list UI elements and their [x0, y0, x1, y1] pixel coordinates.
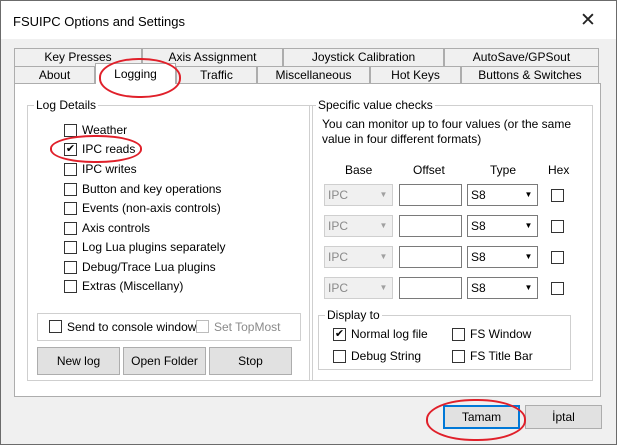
- events-checkbox[interactable]: [64, 202, 77, 215]
- fs-title-bar-label: FS Title Bar: [470, 349, 533, 363]
- hex-checkbox-3[interactable]: [551, 251, 564, 264]
- console-window-checkbox[interactable]: [49, 320, 62, 333]
- offset-input-2[interactable]: [399, 215, 462, 237]
- title-bar: FSUIPC Options and Settings ✕: [1, 1, 616, 39]
- offset-input-3[interactable]: [399, 246, 462, 268]
- new-log-button[interactable]: New log: [37, 347, 120, 375]
- extras-checkbox[interactable]: [64, 280, 77, 293]
- window-title: FSUIPC Options and Settings: [13, 14, 185, 29]
- normal-log-file-label: Normal log file: [351, 327, 428, 341]
- options-window: FSUIPC Options and Settings ✕ Key Presse…: [0, 0, 617, 445]
- axis-controls-checkbox[interactable]: [64, 222, 77, 235]
- monitor-note-line1: You can monitor up to four values (or th…: [322, 117, 572, 131]
- base-select-1[interactable]: IPC ▼: [324, 184, 393, 206]
- annotation-circle-ok: [426, 399, 526, 441]
- hex-checkbox-2[interactable]: [551, 220, 564, 233]
- tab-traffic[interactable]: Traffic: [176, 66, 257, 84]
- chevron-down-icon: ▼: [379, 221, 388, 230]
- tab-miscellaneous[interactable]: Miscellaneous: [257, 66, 370, 84]
- tab-label: Joystick Calibration: [311, 50, 416, 64]
- debug-string-checkbox[interactable]: [333, 350, 346, 363]
- normal-log-file-checkbox[interactable]: ✔: [333, 328, 346, 341]
- specific-value-checks-title: Specific value checks: [316, 98, 435, 112]
- fs-title-bar-checkbox[interactable]: [452, 350, 465, 363]
- set-topmost-label: Set TopMost: [214, 320, 281, 334]
- tab-label: About: [38, 68, 71, 82]
- events-label: Events (non-axis controls): [82, 201, 221, 215]
- chevron-down-icon: ▼: [524, 190, 533, 199]
- chevron-down-icon: ▼: [379, 190, 388, 199]
- chevron-down-icon: ▼: [524, 283, 533, 292]
- set-topmost-checkbox[interactable]: [196, 320, 209, 333]
- tab-buttons-switches[interactable]: Buttons & Switches: [461, 66, 599, 84]
- chevron-down-icon: ▼: [524, 252, 533, 261]
- tab-about[interactable]: About: [14, 66, 95, 84]
- type-select-3[interactable]: S8 ▼: [467, 246, 538, 268]
- tab-label: Key Presses: [44, 50, 112, 64]
- base-value: IPC: [328, 219, 349, 233]
- ipc-writes-checkbox[interactable]: [64, 163, 77, 176]
- display-to-title: Display to: [325, 308, 382, 322]
- log-details-title: Log Details: [34, 98, 99, 112]
- logging-panel: Log Details Weather ✔ IPC reads IPC writ…: [14, 83, 601, 397]
- tab-joystick-calibration[interactable]: Joystick Calibration: [283, 48, 444, 66]
- button-key-ops-checkbox[interactable]: [64, 183, 77, 196]
- offset-input-1[interactable]: [399, 184, 462, 206]
- check-mark-icon: ✔: [334, 328, 345, 340]
- close-icon[interactable]: ✕: [569, 7, 607, 35]
- fs-window-checkbox[interactable]: [452, 328, 465, 341]
- type-value: S8: [471, 281, 486, 295]
- tab-label: AutoSave/GPSout: [472, 50, 571, 64]
- base-value: IPC: [328, 281, 349, 295]
- weather-checkbox[interactable]: [64, 124, 77, 137]
- chevron-down-icon: ▼: [379, 283, 388, 292]
- type-value: S8: [471, 250, 486, 264]
- tab-label: Hot Keys: [391, 68, 440, 82]
- open-folder-button[interactable]: Open Folder: [123, 347, 206, 375]
- cancel-button[interactable]: İptal: [525, 405, 602, 429]
- tab-label: Buttons & Switches: [478, 68, 582, 82]
- debug-string-label: Debug String: [351, 349, 422, 363]
- base-value: IPC: [328, 188, 349, 202]
- hex-checkbox-4[interactable]: [551, 282, 564, 295]
- type-select-1[interactable]: S8 ▼: [467, 184, 538, 206]
- type-value: S8: [471, 188, 486, 202]
- stop-button[interactable]: Stop: [209, 347, 292, 375]
- hex-header: Hex: [548, 163, 570, 177]
- base-select-4[interactable]: IPC ▼: [324, 277, 393, 299]
- type-value: S8: [471, 219, 486, 233]
- tab-label: Miscellaneous: [275, 68, 352, 82]
- type-select-4[interactable]: S8 ▼: [467, 277, 538, 299]
- log-lua-separately-checkbox[interactable]: [64, 241, 77, 254]
- type-select-2[interactable]: S8 ▼: [467, 215, 538, 237]
- offset-header: Offset: [413, 163, 445, 177]
- hex-checkbox-1[interactable]: [551, 189, 564, 202]
- tab-hot-keys[interactable]: Hot Keys: [370, 66, 461, 84]
- button-key-ops-label: Button and key operations: [82, 182, 222, 196]
- tab-autosave-gpsout[interactable]: AutoSave/GPSout: [444, 48, 599, 66]
- base-header: Base: [345, 163, 373, 177]
- ipc-writes-label: IPC writes: [82, 162, 137, 176]
- annotation-circle-logging: [99, 58, 181, 98]
- debug-trace-lua-label: Debug/Trace Lua plugins: [82, 260, 216, 274]
- log-lua-separately-label: Log Lua plugins separately: [82, 240, 226, 254]
- tab-label: Axis Assignment: [168, 50, 257, 64]
- extras-label: Extras (Miscellany): [82, 279, 184, 293]
- chevron-down-icon: ▼: [379, 252, 388, 261]
- base-value: IPC: [328, 250, 349, 264]
- chevron-down-icon: ▼: [524, 221, 533, 230]
- fs-window-label: FS Window: [470, 327, 532, 341]
- base-select-2[interactable]: IPC ▼: [324, 215, 393, 237]
- debug-trace-lua-checkbox[interactable]: [64, 261, 77, 274]
- monitor-note-line2: value in four different formats): [322, 132, 482, 146]
- axis-controls-label: Axis controls: [82, 221, 151, 235]
- annotation-circle-ipc-reads: [50, 135, 142, 163]
- tab-label: Traffic: [200, 68, 233, 82]
- type-header: Type: [490, 163, 517, 177]
- console-window-label: Send to console window: [67, 320, 197, 334]
- offset-input-4[interactable]: [399, 277, 462, 299]
- base-select-3[interactable]: IPC ▼: [324, 246, 393, 268]
